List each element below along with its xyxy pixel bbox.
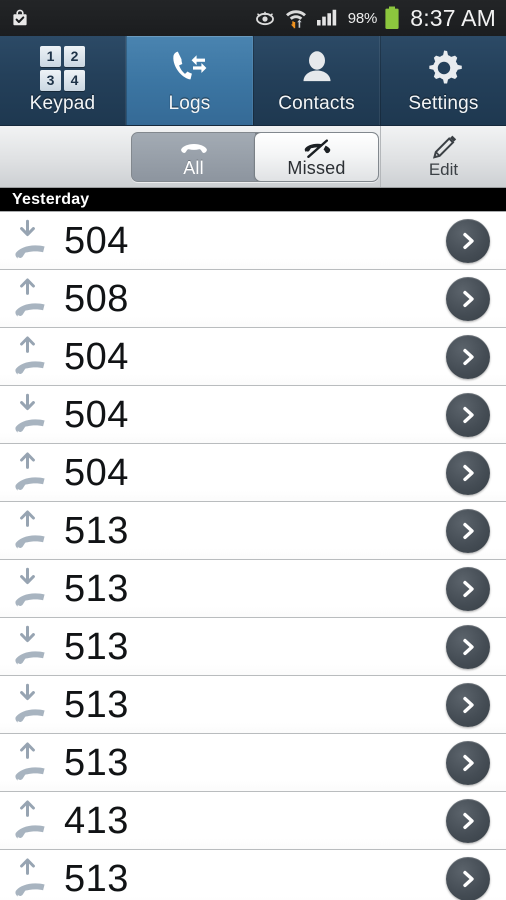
outgoing-call-icon <box>0 334 64 380</box>
section-header-label: Yesterday <box>12 190 90 208</box>
incoming-call-icon <box>0 392 64 438</box>
filter-segment-all[interactable]: All <box>132 133 255 181</box>
call-log-row[interactable]: 508 <box>0 270 506 328</box>
edit-button[interactable]: Edit <box>380 126 506 187</box>
chevron-right-icon[interactable] <box>446 218 490 263</box>
status-bar-clock: 8:37 AM <box>410 4 496 31</box>
call-log-number: 508 <box>64 277 129 320</box>
keypad-key-3: 3 <box>40 69 61 91</box>
tab-keypad-label: Keypad <box>29 93 96 114</box>
call-log-number: 513 <box>64 857 129 900</box>
call-log-number: 504 <box>64 451 129 494</box>
status-bar-left-icons <box>0 8 30 28</box>
call-log-row[interactable]: 513 <box>0 734 506 792</box>
keypad-key-1: 1 <box>40 45 61 67</box>
incoming-call-icon <box>0 682 64 728</box>
outgoing-call-icon <box>0 276 64 322</box>
edit-button-label: Edit <box>428 160 459 179</box>
call-log-number: 413 <box>64 799 129 842</box>
call-log-row[interactable]: 513 <box>0 502 506 560</box>
chevron-right-icon[interactable] <box>446 740 490 785</box>
call-log-number: 513 <box>64 741 129 784</box>
incoming-call-icon <box>0 218 64 264</box>
phone-app-screen: 98% 8:37 AM 1 2 3 4 Keypad Logs Contacts… <box>0 0 506 900</box>
call-log-row[interactable]: 504 <box>0 212 506 270</box>
call-log-number: 504 <box>64 219 129 262</box>
keypad-key-4: 4 <box>64 69 85 91</box>
call-log-number: 513 <box>64 567 129 610</box>
call-log-list[interactable]: 504 508 504 504 504 513 513 513 513 513 413 513 <box>0 212 506 900</box>
tab-logs-label: Logs <box>168 93 211 114</box>
call-log-number: 504 <box>64 335 129 378</box>
call-log-number: 513 <box>64 683 129 726</box>
call-filter-segmented-control: All Missed <box>131 132 379 182</box>
chevron-right-icon[interactable] <box>446 856 490 900</box>
call-log-number: 513 <box>64 625 129 668</box>
outgoing-call-icon <box>0 856 64 900</box>
call-log-number: 504 <box>64 393 129 436</box>
chevron-right-icon[interactable] <box>446 798 490 843</box>
keypad-key-2: 2 <box>64 45 85 67</box>
outgoing-call-icon <box>0 740 64 786</box>
smart-stay-eye-icon <box>253 10 277 26</box>
call-logs-icon <box>165 46 215 90</box>
outgoing-call-icon <box>0 450 64 496</box>
main-tab-bar: 1 2 3 4 Keypad Logs Contacts Settings <box>0 36 506 126</box>
chevron-right-icon[interactable] <box>446 334 490 379</box>
keypad-icon: 1 2 3 4 <box>40 45 85 91</box>
status-bar: 98% 8:37 AM <box>0 0 506 36</box>
gear-icon <box>423 46 465 90</box>
battery-percent-label: 98% <box>347 9 378 27</box>
filter-segment-missed[interactable]: Missed <box>255 133 378 181</box>
filter-toolbar: All Missed Edit <box>0 126 506 188</box>
filter-segment-all-label: All <box>183 158 204 178</box>
chevron-right-icon[interactable] <box>446 450 490 495</box>
call-log-row[interactable]: 513 <box>0 560 506 618</box>
filter-segment-missed-label: Missed <box>287 158 346 178</box>
outgoing-call-icon <box>0 798 64 844</box>
chevron-right-icon[interactable] <box>446 276 490 321</box>
tab-contacts[interactable]: Contacts <box>253 36 380 125</box>
cellular-signal-icon <box>315 8 341 28</box>
call-log-row[interactable]: 504 <box>0 328 506 386</box>
call-log-row[interactable]: 413 <box>0 792 506 850</box>
chevron-right-icon[interactable] <box>446 624 490 669</box>
call-log-row[interactable]: 504 <box>0 386 506 444</box>
call-log-row[interactable]: 504 <box>0 444 506 502</box>
chevron-right-icon[interactable] <box>446 566 490 611</box>
tab-settings[interactable]: Settings <box>380 36 506 125</box>
chevron-right-icon[interactable] <box>446 682 490 727</box>
outgoing-call-icon <box>0 508 64 554</box>
pencil-icon <box>429 133 459 159</box>
chevron-right-icon[interactable] <box>446 508 490 553</box>
incoming-call-icon <box>0 624 64 670</box>
call-log-number: 513 <box>64 509 129 552</box>
section-header-yesterday: Yesterday <box>0 188 506 212</box>
contacts-person-icon <box>297 46 337 90</box>
call-log-row[interactable]: 513 <box>0 676 506 734</box>
tab-settings-label: Settings <box>408 93 479 114</box>
wifi-transfer-icon <box>284 7 308 29</box>
battery-icon <box>384 6 400 30</box>
shopping-bag-check-icon <box>10 8 30 28</box>
incoming-call-icon <box>0 566 64 612</box>
handset-icon <box>179 136 209 158</box>
chevron-right-icon[interactable] <box>446 392 490 437</box>
call-log-row[interactable]: 513 <box>0 618 506 676</box>
tab-keypad[interactable]: 1 2 3 4 Keypad <box>0 36 126 125</box>
missed-call-icon <box>302 136 332 158</box>
status-bar-right-icons: 98% 8:37 AM <box>253 5 506 32</box>
tab-contacts-label: Contacts <box>278 93 355 114</box>
tab-logs[interactable]: Logs <box>126 36 253 125</box>
call-log-row[interactable]: 513 <box>0 850 506 900</box>
